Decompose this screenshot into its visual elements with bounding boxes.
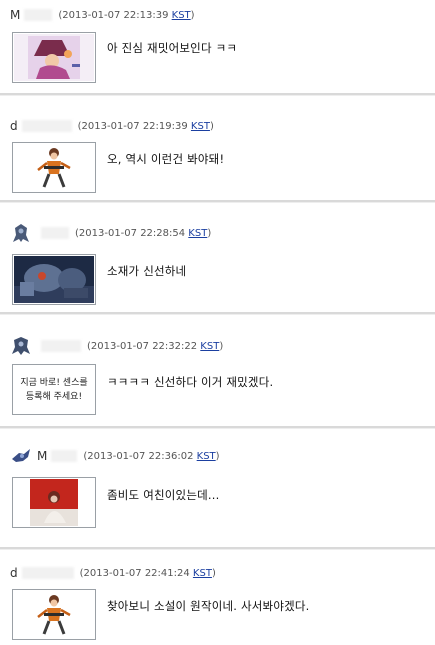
mech-avatar-icon: [10, 335, 32, 357]
comment-text: 좀비도 여친이있는데...: [107, 488, 220, 502]
nickname-blur: [21, 567, 74, 579]
timezone-link[interactable]: KST: [188, 228, 207, 239]
timestamp: (2013-01-07 22:32:22: [87, 340, 198, 352]
timestamp-close: ): [215, 450, 220, 462]
nickname[interactable]: d: [10, 119, 18, 133]
comment-meta: d (2013-01-07 22:41:24 KST): [10, 566, 216, 580]
anime-girl-image: [14, 144, 94, 191]
timestamp-close: ): [190, 9, 195, 21]
timestamp-close: ): [219, 340, 224, 352]
comment-image[interactable]: [12, 254, 96, 305]
nickname[interactable]: M: [10, 8, 20, 22]
ship-avatar-icon: [10, 445, 32, 467]
comment-text: 찾아보니 소설이 원작이네. 사서봐야겠다.: [107, 599, 310, 613]
comment-meta: (2013-01-07 22:32:22 KST): [10, 335, 223, 357]
nickname-blur: [51, 450, 78, 462]
timestamp-close: ): [209, 120, 214, 132]
comment-image[interactable]: 지금 바로! 센스를 등록해 주세요!: [12, 364, 96, 415]
zombie-girl-image: [14, 479, 94, 526]
robot-mech-image: [14, 256, 94, 303]
comment-image[interactable]: [12, 142, 96, 193]
comment-text: 오, 역시 이런건 봐야돼!: [107, 152, 225, 166]
handwritten-line-2: 등록해 주세요!: [26, 391, 82, 402]
timestamp: (2013-01-07 22:36:02: [83, 450, 194, 462]
timestamp-close: ): [211, 567, 216, 579]
comment-separator: [0, 547, 435, 550]
nickname-blur: [21, 120, 72, 132]
comment-separator: [0, 200, 435, 203]
mech-avatar-icon: [10, 222, 32, 244]
comment-separator: [0, 312, 435, 315]
comment-meta: (2013-01-07 22:28:54 KST): [10, 222, 211, 244]
comment-meta: M (2013-01-07 22:36:02 KST): [10, 445, 220, 467]
comment-separator: [0, 93, 435, 96]
comment-separator: [0, 426, 435, 429]
timestamp: (2013-01-07 22:19:39: [77, 120, 188, 132]
nickname-blur: [24, 9, 53, 21]
timezone-link[interactable]: KST: [197, 451, 216, 462]
handwritten-line-1: 지금 바로! 센스를: [20, 377, 87, 388]
comment-text: 소재가 신선하네: [107, 264, 187, 278]
comment-meta: d (2013-01-07 22:19:39 KST): [10, 119, 214, 133]
comment-text: 아 진심 재밋어보인다 ㅋㅋ: [107, 41, 238, 55]
comment-image[interactable]: [12, 589, 96, 640]
timezone-link[interactable]: KST: [191, 121, 210, 132]
timestamp: (2013-01-07 22:13:39: [58, 9, 169, 21]
nickname[interactable]: M: [37, 449, 47, 463]
timezone-link[interactable]: KST: [193, 568, 212, 579]
timestamp-close: ): [207, 227, 212, 239]
timezone-link[interactable]: KST: [172, 10, 191, 21]
comment-meta: M (2013-01-07 22:13:39 KST): [10, 8, 195, 22]
timezone-link[interactable]: KST: [200, 341, 219, 352]
comment-image[interactable]: [12, 32, 96, 83]
nickname[interactable]: d: [10, 566, 18, 580]
anime-girl-image: [14, 591, 94, 638]
comment-text: ㅋㅋㅋㅋ 신선하다 이거 재밌겠다.: [107, 375, 274, 389]
handwritten-text-image: 지금 바로! 센스를 등록해 주세요!: [14, 366, 94, 413]
timestamp: (2013-01-07 22:28:54: [75, 227, 186, 239]
anime-witch-image: [14, 34, 94, 81]
timestamp: (2013-01-07 22:41:24: [79, 567, 190, 579]
nickname-blur: [41, 340, 81, 352]
nickname-blur: [41, 227, 69, 239]
comment-image[interactable]: [12, 477, 96, 528]
